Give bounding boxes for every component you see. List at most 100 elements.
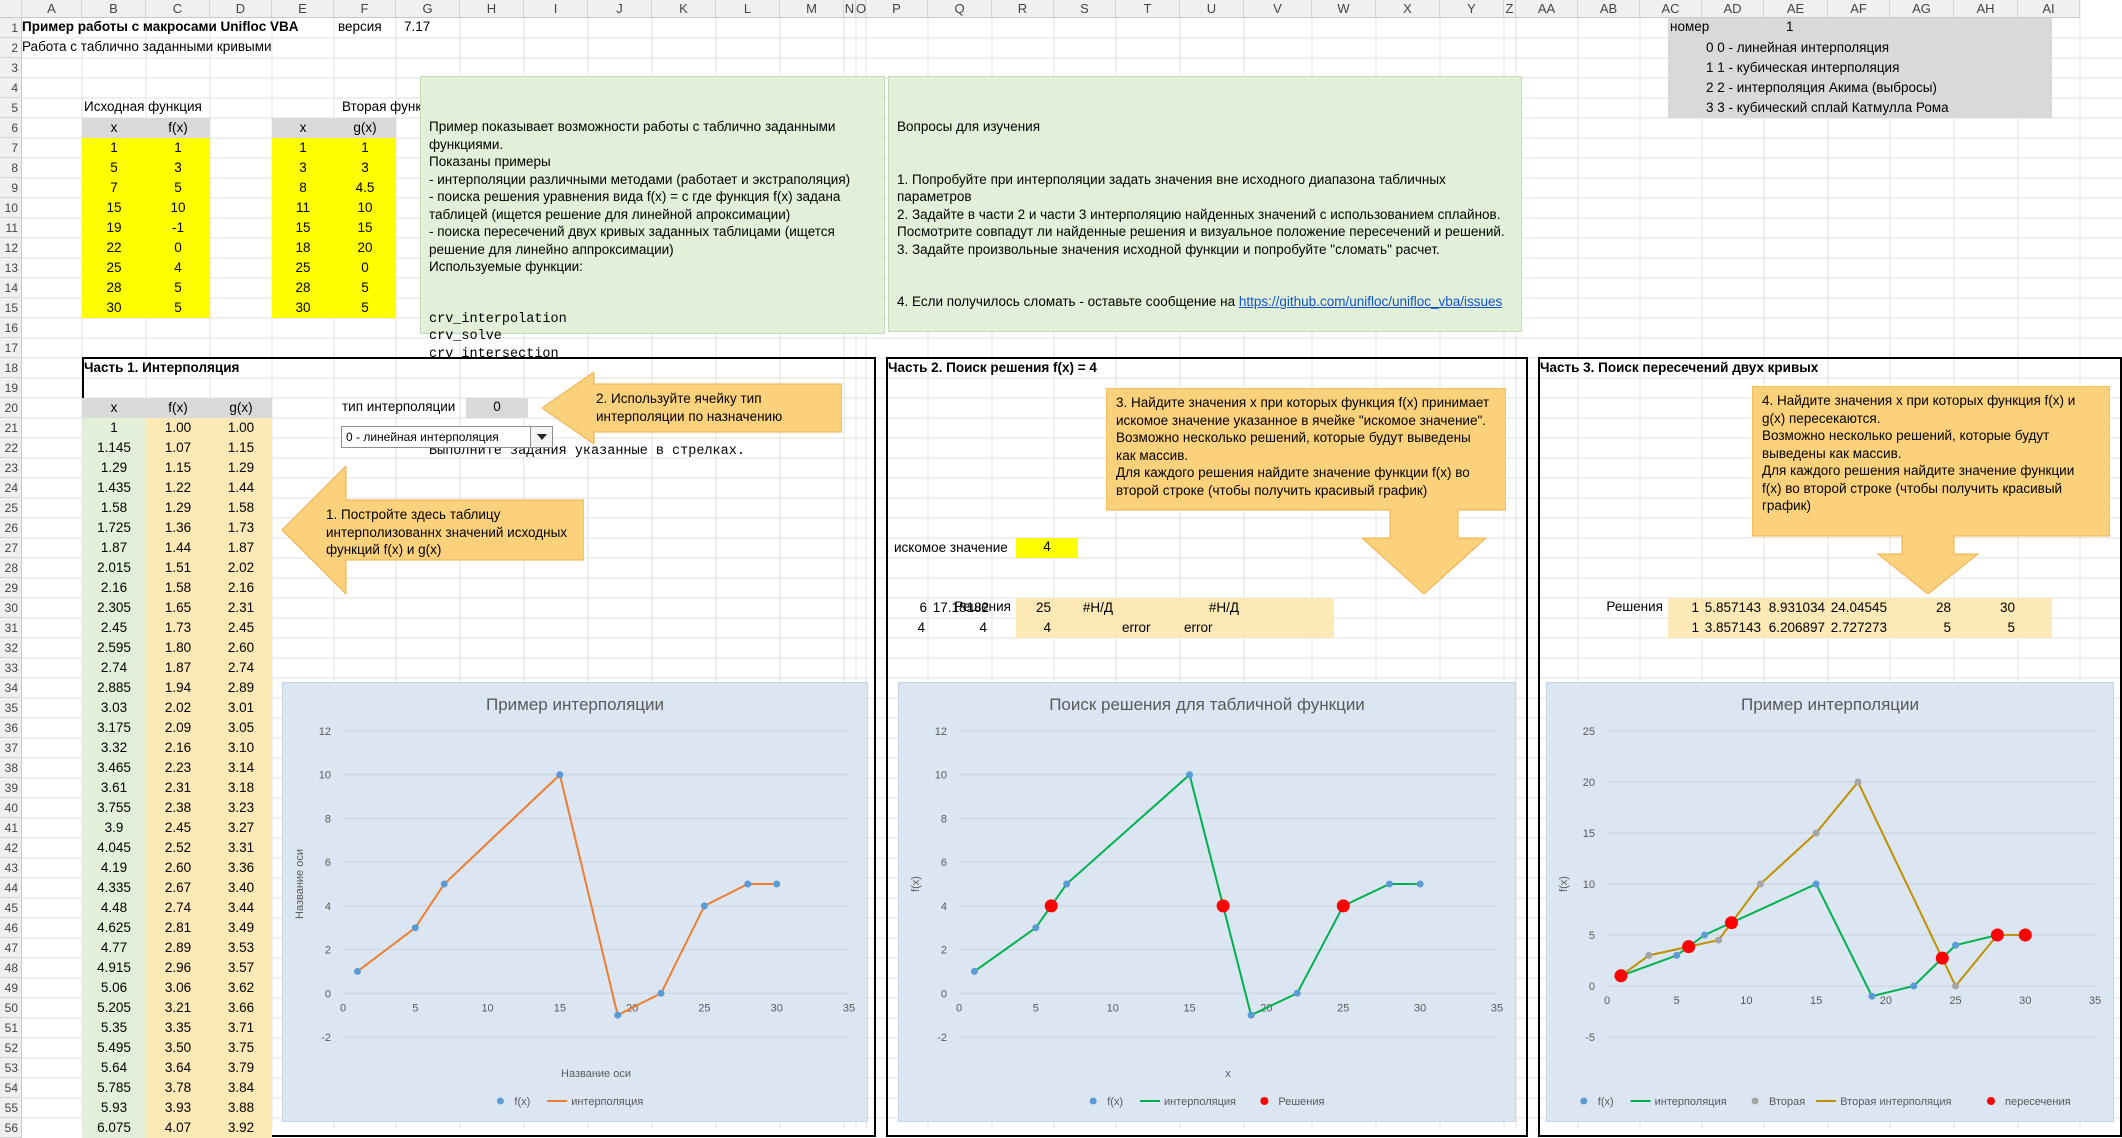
second-x-cell[interactable]: 1 [272,138,334,158]
part1-title[interactable]: Часть 1. Интерполяция [84,359,239,377]
solution-x-cell[interactable]: 17.18182 [928,598,992,618]
part2-title[interactable]: Часть 2. Поиск решения f(x) = 4 [888,359,1097,377]
solution-x-cell[interactable]: #Н/Д [1180,598,1242,618]
row-header[interactable]: 23 [0,458,22,478]
column-header[interactable]: B [82,0,146,18]
column-header[interactable]: H [460,0,524,18]
source-x-cell[interactable]: 19 [82,218,146,238]
intersection-x-cell[interactable]: 1 [1640,598,1702,618]
interp-fx-cell[interactable]: 2.23 [146,758,210,778]
solution-x-cell[interactable]: #Н/Д [1054,598,1116,618]
interp-x-cell[interactable]: 5.785 [82,1078,146,1098]
interp-gx-cell[interactable]: 3.05 [210,718,272,738]
interp-fx-cell[interactable]: 1.73 [146,618,210,638]
column-header[interactable]: F [334,0,396,18]
row-header[interactable]: 7 [0,138,22,158]
interp-x-cell[interactable]: 5.93 [82,1098,146,1118]
interp-x-cell[interactable]: 3.9 [82,818,146,838]
interp-gx-cell[interactable]: 3.23 [210,798,272,818]
interp-x-cell[interactable]: 3.61 [82,778,146,798]
row-header[interactable]: 25 [0,498,22,518]
interp-x-cell[interactable]: 4.335 [82,878,146,898]
interp-fx-cell[interactable]: 2.45 [146,818,210,838]
method-item[interactable]: 3 3 - кубический сплай Катмулла Рома [1706,98,2046,118]
sheet-subtitle[interactable]: Работа с таблично заданными кривыми [22,38,272,58]
row-header[interactable]: 54 [0,1078,22,1098]
interp-fx-cell[interactable]: 1.58 [146,578,210,598]
interp-x-cell[interactable]: 3.32 [82,738,146,758]
second-x-cell[interactable]: 3 [272,158,334,178]
row-header[interactable]: 39 [0,778,22,798]
column-header[interactable]: C [146,0,210,18]
callout-solve[interactable]: 3. Найдите значения x при которых функци… [1106,388,1506,594]
callout-table[interactable]: 1. Постройте здесь таблицу интерполизова… [282,466,584,594]
interp-gx-cell[interactable]: 3.10 [210,738,272,758]
interp-fx-cell[interactable]: 2.60 [146,858,210,878]
intersection-fx-cell[interactable]: 5 [1954,618,2018,638]
interp-x-cell[interactable]: 6.075 [82,1118,146,1138]
row-header[interactable]: 18 [0,358,22,378]
interp-fx-cell[interactable]: 1.29 [146,498,210,518]
interp-fx-cell[interactable]: 3.21 [146,998,210,1018]
row-header[interactable]: 38 [0,758,22,778]
column-header[interactable]: D [210,0,272,18]
source-x-cell[interactable]: 25 [82,258,146,278]
interp-fx-cell[interactable]: 2.81 [146,918,210,938]
interp-gx-cell[interactable]: 3.62 [210,978,272,998]
intersection-fx-cell[interactable]: 5 [1890,618,1954,638]
column-header[interactable]: AH [1954,0,2018,18]
column-header[interactable]: S [1054,0,1116,18]
header-x[interactable]: x [82,118,146,138]
interp-x-cell[interactable]: 3.465 [82,758,146,778]
source-x-cell[interactable]: 28 [82,278,146,298]
interp-fx-cell[interactable]: 1.87 [146,658,210,678]
interp-x-cell[interactable]: 1.435 [82,478,146,498]
row-header[interactable]: 19 [0,378,22,398]
column-header[interactable]: AC [1640,0,1702,18]
source-func-title[interactable]: Исходная функция [84,98,202,116]
column-header[interactable]: Z [1504,0,1516,18]
interp-fx-cell[interactable]: 3.64 [146,1058,210,1078]
interp-x-cell[interactable]: 1.87 [82,538,146,558]
row-header[interactable]: 42 [0,838,22,858]
second-gx-cell[interactable]: 5 [334,278,396,298]
column-header[interactable]: Q [928,0,992,18]
column-header[interactable]: AF [1828,0,1890,18]
interp-gx-cell[interactable]: 1.73 [210,518,272,538]
version-label[interactable]: версия [338,18,382,38]
row-header[interactable]: 13 [0,258,22,278]
interp-fx-cell[interactable]: 2.02 [146,698,210,718]
interp-gx-cell[interactable]: 3.31 [210,838,272,858]
second-gx-cell[interactable]: 4.5 [334,178,396,198]
row-header[interactable]: 3 [0,58,22,78]
interp-x-cell[interactable]: 2.16 [82,578,146,598]
interp-gx-cell[interactable]: 3.40 [210,878,272,898]
source-x-cell[interactable]: 15 [82,198,146,218]
column-header[interactable]: AA [1516,0,1578,18]
second-gx-cell[interactable]: 5 [334,298,396,318]
row-header[interactable]: 17 [0,338,22,358]
intersection-x-cell[interactable]: 5.857143 [1702,598,1764,618]
interp-fx-cell[interactable]: 3.93 [146,1098,210,1118]
interp-fx-cell[interactable]: 2.89 [146,938,210,958]
column-header[interactable]: AI [2018,0,2080,18]
header-gx[interactable]: g(x) [210,398,272,418]
source-x-cell[interactable]: 30 [82,298,146,318]
column-header[interactable]: L [716,0,780,18]
interp-type-cell[interactable]: 0 [466,398,528,418]
second-gx-cell[interactable]: 20 [334,238,396,258]
issues-link[interactable]: https://github.com/unifloc/unifloc_vba/i… [1239,294,1502,309]
interp-gx-cell[interactable]: 3.79 [210,1058,272,1078]
row-header[interactable]: 10 [0,198,22,218]
row-header[interactable]: 45 [0,898,22,918]
methods-label[interactable]: номер [1670,18,1709,36]
row-header[interactable]: 44 [0,878,22,898]
interp-fx-cell[interactable]: 1.94 [146,678,210,698]
row-header[interactable]: 49 [0,978,22,998]
version-value[interactable]: 7.17 [404,18,430,38]
solution-fx-cell[interactable]: 4 [866,618,928,638]
interp-fx-cell[interactable]: 3.35 [146,1018,210,1038]
intersection-fx-cell[interactable]: 6.206897 [1764,618,1828,638]
interp-fx-cell[interactable]: 1.51 [146,558,210,578]
interp-fx-cell[interactable]: 4.07 [146,1118,210,1138]
